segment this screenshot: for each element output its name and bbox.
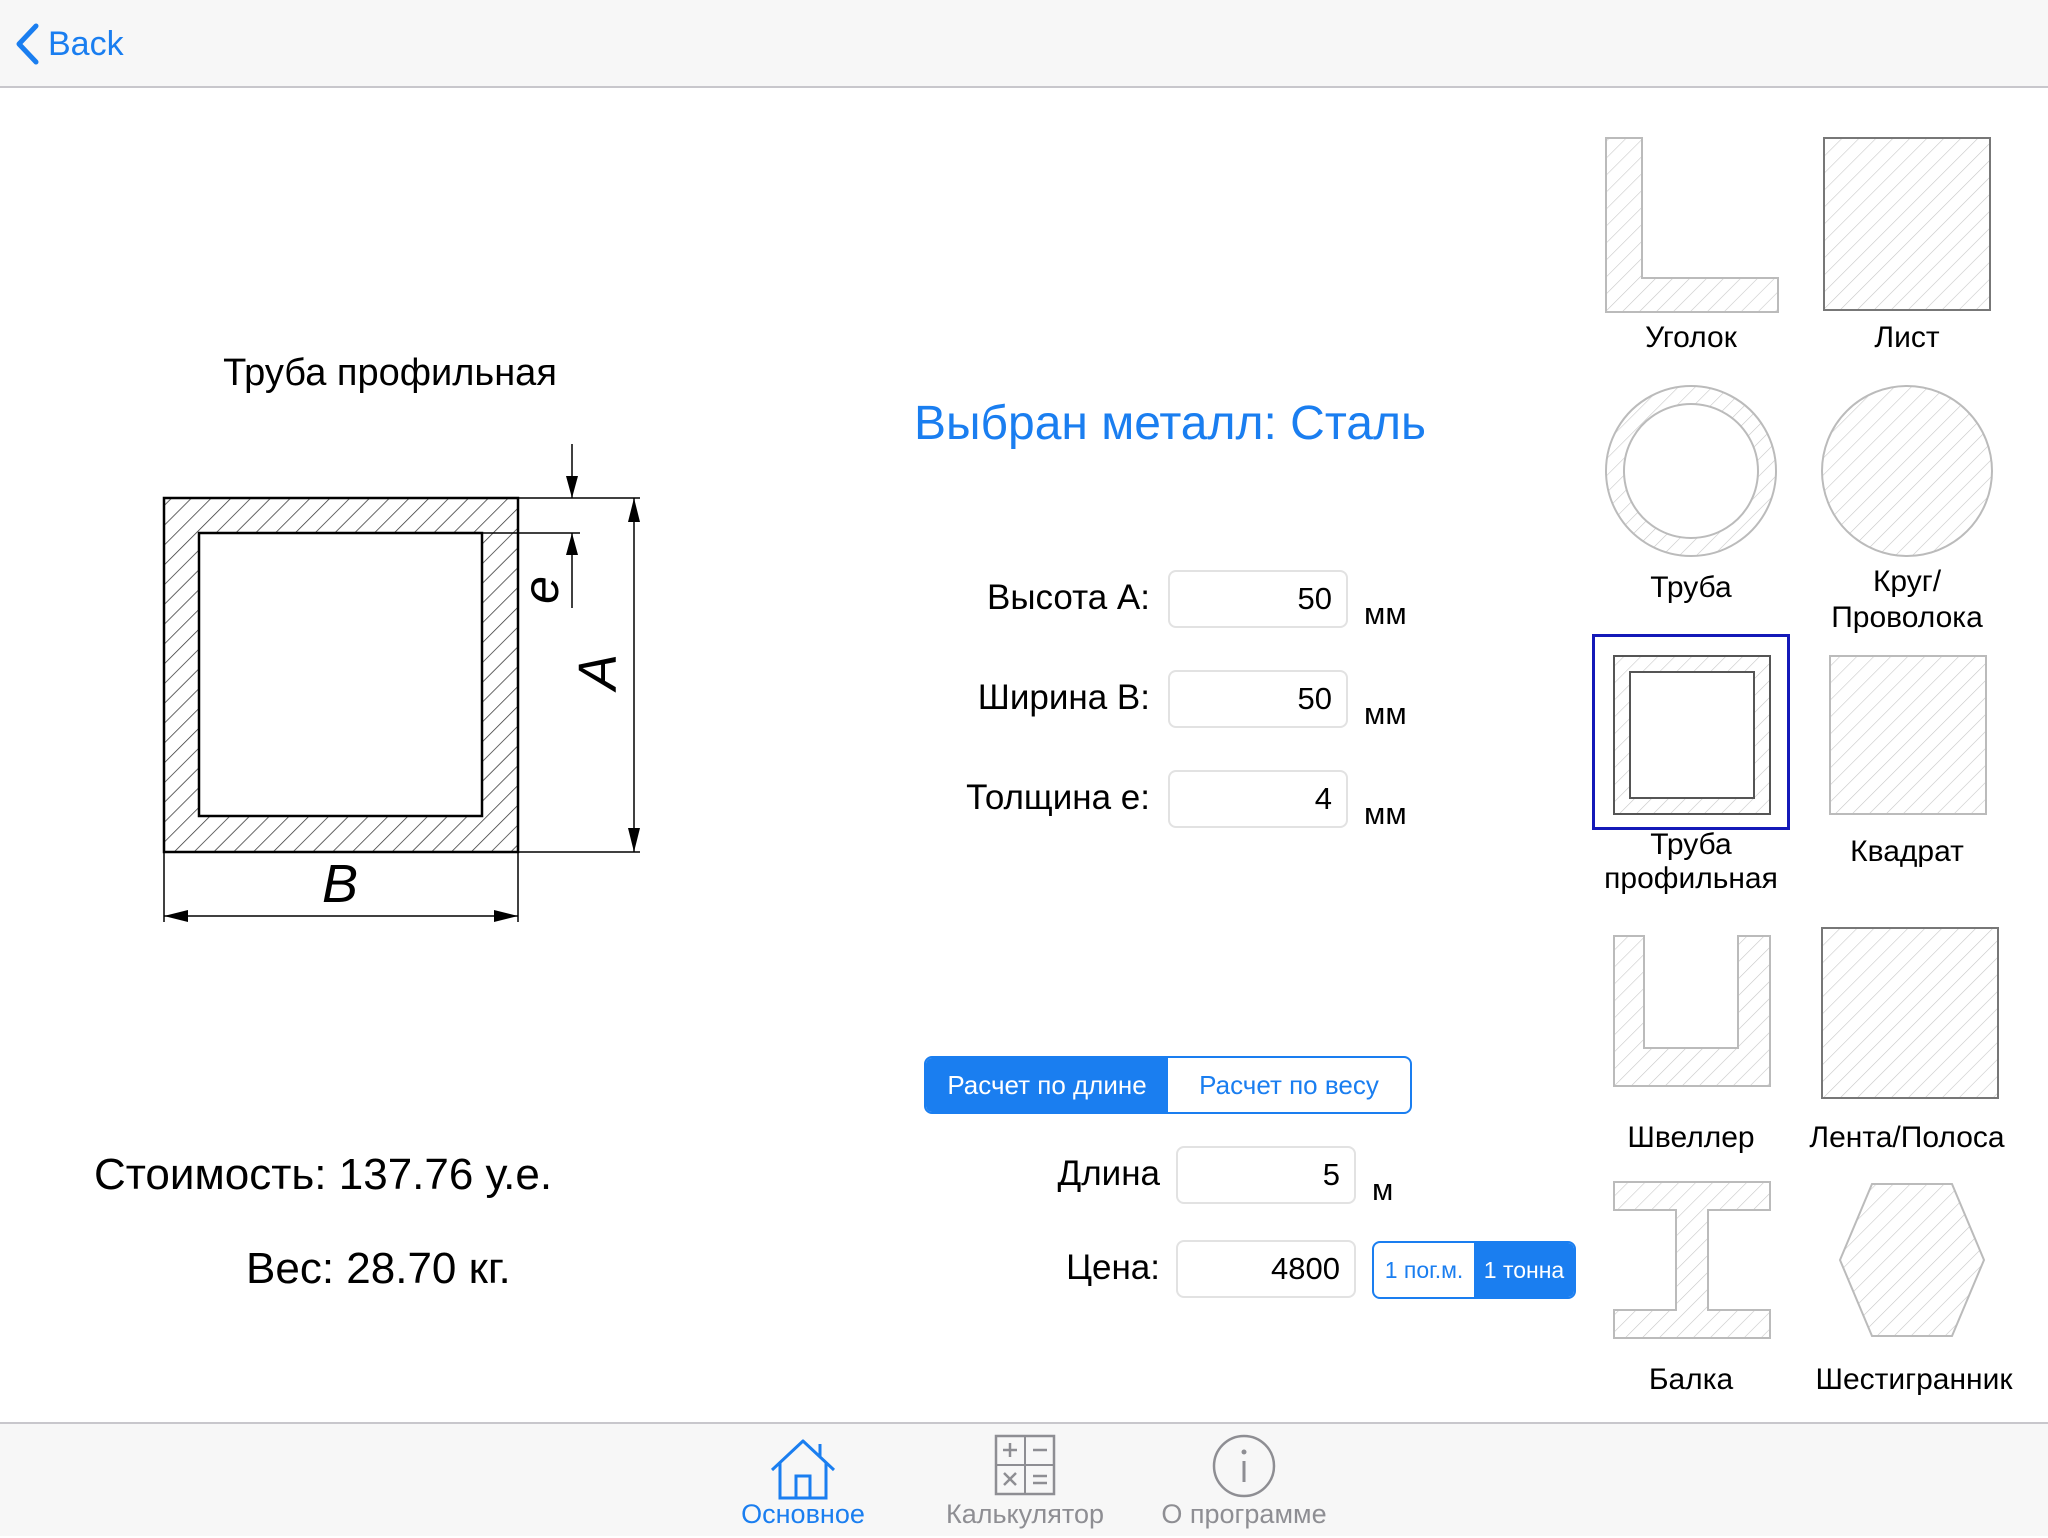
shape-label: Квадрат	[1850, 835, 1964, 868]
profile-pipe-drawing: A e B	[162, 444, 640, 922]
hexagon-icon	[1838, 1183, 1986, 1337]
dim-a-label: A	[568, 654, 628, 693]
width-input[interactable]	[1168, 670, 1348, 728]
back-label: Back	[48, 24, 124, 63]
thickness-input[interactable]	[1168, 770, 1348, 828]
price-per-meter-segment[interactable]: 1 пог.м.	[1374, 1243, 1474, 1297]
shape-label: Круг/ Проволока	[1831, 565, 1983, 634]
calc-mode-segmented: Расчет по длине Расчет по весу	[924, 1056, 1412, 1114]
back-button[interactable]: Back	[14, 22, 124, 66]
width-label: Ширина В:	[977, 678, 1150, 717]
shape-hexagon[interactable]: Шестигранник	[1815, 1176, 2013, 1406]
shape-label: Швеллер	[1627, 1121, 1755, 1154]
angle-icon	[1605, 137, 1779, 313]
info-icon	[1212, 1434, 1276, 1498]
price-label: Цена:	[1066, 1248, 1160, 1287]
tab-about[interactable]: О программе	[1160, 1424, 1328, 1538]
shape-angle[interactable]: Уголок	[1600, 130, 1782, 360]
dim-e-label: e	[513, 576, 569, 604]
shape-label: Балка	[1648, 1363, 1734, 1396]
shape-label: Шестигранник	[1815, 1363, 2013, 1396]
shape-sheet[interactable]: Лист	[1816, 130, 1998, 360]
width-unit: мм	[1364, 696, 1407, 731]
cost-result: Стоимость: 137.76 у.е.	[94, 1150, 552, 1200]
beam-icon	[1613, 1181, 1771, 1339]
profile-title: Труба профильная	[223, 352, 557, 394]
length-label: Длина	[1057, 1154, 1160, 1193]
home-icon	[770, 1439, 836, 1500]
tab-calculator[interactable]: Калькулятор	[940, 1424, 1110, 1538]
length-input[interactable]	[1176, 1146, 1356, 1204]
shape-channel[interactable]: Швеллер	[1600, 930, 1782, 1160]
thickness-label: Толщина е:	[966, 778, 1150, 817]
cost-value: 137.76 у.е.	[338, 1150, 553, 1199]
strip-icon	[1821, 927, 1999, 1099]
selected-metal-label[interactable]: Выбран металл: Сталь	[880, 396, 1460, 451]
shape-label: Уголок	[1645, 321, 1737, 354]
chevron-left-icon	[16, 23, 39, 65]
shape-label: Лист	[1874, 321, 1940, 354]
shape-square-bar[interactable]: Квадрат	[1816, 646, 1998, 876]
price-per-ton-segment[interactable]: 1 тонна	[1474, 1243, 1574, 1297]
weight-value: 28.70 кг.	[346, 1244, 511, 1293]
cost-label: Стоимость:	[94, 1150, 327, 1199]
tab-bar: Основное Калькулятор О программе	[0, 1422, 2048, 1536]
pipe-icon	[1605, 385, 1777, 557]
shape-label: Труба профильная	[1604, 828, 1778, 895]
sheet-icon	[1823, 137, 1991, 311]
calc-by-weight-segment[interactable]: Расчет по весу	[1168, 1058, 1410, 1112]
weight-result: Вес: 28.70 кг.	[246, 1244, 511, 1294]
circle-rod-icon	[1821, 385, 1993, 557]
navigation-bar: Back	[0, 0, 2048, 88]
profile-pipe-icon	[1613, 655, 1771, 815]
square-bar-icon	[1829, 655, 1987, 815]
shape-profile-pipe[interactable]: Труба профильная	[1600, 646, 1782, 906]
price-input[interactable]	[1176, 1240, 1356, 1298]
calculator-icon	[994, 1434, 1056, 1496]
shape-label: Труба	[1650, 571, 1732, 604]
shape-circle-rod[interactable]: Круг/ Проволока	[1816, 380, 1998, 640]
tab-main[interactable]: Основное	[720, 1424, 886, 1538]
shape-strip[interactable]: Лента/Полоса	[1809, 924, 2005, 1160]
channel-icon	[1613, 935, 1771, 1087]
shape-pipe[interactable]: Труба	[1600, 380, 1782, 610]
length-unit: м	[1372, 1172, 1394, 1207]
shape-beam[interactable]: Балка	[1600, 1176, 1782, 1406]
thickness-unit: мм	[1364, 796, 1407, 831]
tab-label: Основное	[741, 1499, 865, 1529]
shape-label: Лента/Полоса	[1809, 1121, 2005, 1154]
height-label: Высота А:	[987, 578, 1150, 617]
height-input[interactable]	[1168, 570, 1348, 628]
height-unit: мм	[1364, 596, 1407, 631]
tab-label: О программе	[1161, 1499, 1327, 1529]
weight-label: Вес:	[246, 1244, 335, 1293]
calc-by-length-segment[interactable]: Расчет по длине	[926, 1058, 1168, 1112]
dim-b-label: B	[322, 854, 358, 914]
tab-label: Калькулятор	[945, 1499, 1105, 1529]
price-unit-segmented: 1 пог.м. 1 тонна	[1372, 1241, 1576, 1299]
